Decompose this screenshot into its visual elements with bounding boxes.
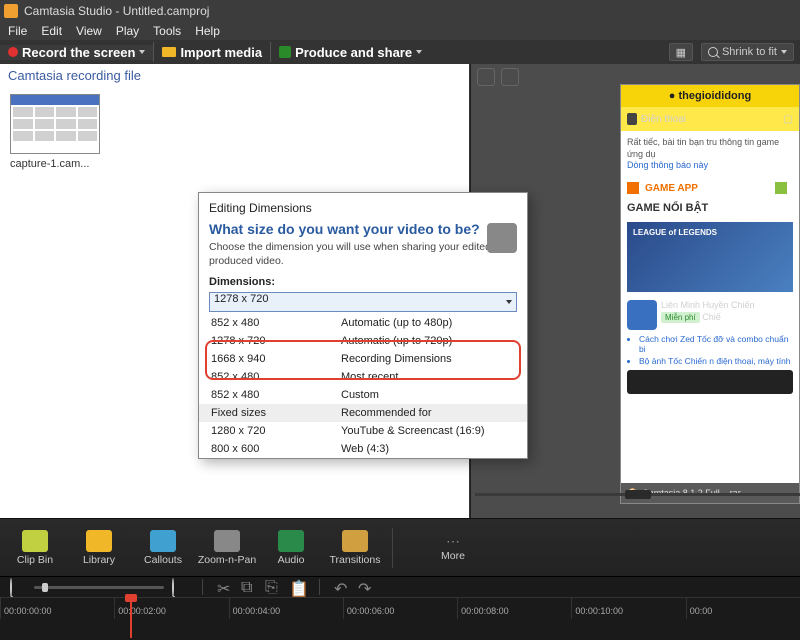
paste-button[interactable]: 📋 <box>289 579 305 595</box>
dimension-option[interactable]: 852 x 480Automatic (up to 480p) <box>199 314 527 332</box>
home-icon <box>627 182 639 194</box>
menu-bar: File Edit View Play Tools Help <box>0 22 800 40</box>
list-item: Liên Minh Huyền Chiến Miễn phí Chiế <box>621 296 799 334</box>
tab-more[interactable]: ⋯More <box>422 533 484 562</box>
tab-transitions[interactable]: Transitions <box>324 530 386 566</box>
zoom-slider[interactable] <box>34 586 164 589</box>
menu-play[interactable]: Play <box>116 24 139 38</box>
title-bar: Camtasia Studio - Untitled.camproj <box>0 0 800 22</box>
preview-mode-button[interactable]: ▦ <box>669 43 693 61</box>
produce-share-button[interactable]: Produce and share <box>271 45 430 60</box>
menu-view[interactable]: View <box>76 24 102 38</box>
site-brand: ● thegioididong <box>621 85 799 107</box>
undo-button[interactable]: ↶ <box>334 579 350 595</box>
dimension-group-header: Fixed sizesRecommended for <box>199 404 527 422</box>
shrink-to-fit-button[interactable]: Shrink to fit <box>701 43 794 61</box>
dimension-option[interactable]: 1280 x 720YouTube & Screencast (16:9) <box>199 422 527 440</box>
preview-bullets: Cách chơi Zed Tốc đỡ và combo chuẩn bi B… <box>621 334 799 366</box>
zoom-in-button[interactable] <box>172 579 188 595</box>
dimensions-select[interactable]: 1278 x 720 <box>209 292 517 312</box>
redo-button[interactable]: ↷ <box>358 579 374 595</box>
split-button[interactable]: ⧉ <box>241 579 257 595</box>
dimension-option[interactable]: 852 x 480Most recent <box>199 368 527 386</box>
preview-tool-1[interactable] <box>477 68 495 86</box>
preview-link: Dòng thông báo này <box>627 160 708 170</box>
menu-tools[interactable]: Tools <box>153 24 181 38</box>
tab-library[interactable]: Library <box>68 530 130 566</box>
menu-file[interactable]: File <box>8 24 27 38</box>
panel-resize-handle[interactable] <box>475 493 800 496</box>
preview-canvas[interactable]: ● thegioididong Điện thoại▢ Rất tiếc, bà… <box>620 84 800 504</box>
clip-filename: capture-1.cam... <box>10 158 100 170</box>
dimensions-label: Dimensions: <box>199 274 527 290</box>
dimension-option[interactable]: 1668 x 940Recording Dimensions <box>199 350 527 368</box>
playhead[interactable] <box>130 598 132 638</box>
menu-edit[interactable]: Edit <box>41 24 62 38</box>
record-icon <box>8 47 18 57</box>
chevron-down-icon <box>781 50 787 54</box>
app-tile <box>627 370 793 394</box>
tab-zoom-pan[interactable]: Zoom-n-Pan <box>196 530 258 566</box>
dimension-option[interactable]: 1278 x 720Automatic (up to 720p) <box>199 332 527 350</box>
tab-clip-bin[interactable]: Clip Bin <box>4 530 66 566</box>
tab-audio[interactable]: Audio <box>260 530 322 566</box>
preview-tool-2[interactable] <box>501 68 519 86</box>
import-media-button[interactable]: Import media <box>154 45 270 60</box>
dialog-subtitle: Choose the dimension you will use when s… <box>199 239 527 274</box>
clip-item[interactable]: capture-1.cam... <box>10 94 100 170</box>
editor-tabs: Clip Bin Library Callouts Zoom-n-Pan Aud… <box>0 518 800 576</box>
dimension-option[interactable]: 852 x 480Custom <box>199 386 527 404</box>
copy-button[interactable]: ⎘ <box>265 579 281 595</box>
clip-bin-header: Camtasia recording file <box>0 64 469 86</box>
tab-callouts[interactable]: Callouts <box>132 530 194 566</box>
laptop-icon: ▢ <box>784 114 793 125</box>
dimensions-dropdown-list: 852 x 480Automatic (up to 480p) 1278 x 7… <box>199 314 527 458</box>
app-icon <box>627 300 657 330</box>
record-screen-button[interactable]: Record the screen <box>0 45 153 60</box>
main-toolbar: Record the screen Import media Produce a… <box>0 40 800 64</box>
timeline-ruler[interactable]: 00:00:00:00 00:00:02:00 00:00:04:00 00:0… <box>0 597 800 619</box>
window-title: Camtasia Studio - Untitled.camproj <box>24 4 209 18</box>
dialog-question: What size do you want your video to be? <box>199 219 527 239</box>
clip-thumbnail <box>10 94 100 154</box>
section-title: GAME NỔI BẬT <box>621 198 799 218</box>
dimensions-icon <box>487 223 517 253</box>
zoom-out-button[interactable] <box>10 579 26 595</box>
search-icon <box>708 47 718 57</box>
folder-icon <box>162 47 176 57</box>
timeline: ✂ ⧉ ⎘ 📋 ↶ ↷ 00:00:00:00 00:00:02:00 00:0… <box>0 576 800 640</box>
editing-dimensions-dialog: Editing Dimensions What size do you want… <box>198 192 528 459</box>
cut-button[interactable]: ✂ <box>217 579 233 595</box>
dimension-option[interactable]: 800 x 600Web (4:3) <box>199 440 527 458</box>
app-icon <box>4 4 18 18</box>
menu-help[interactable]: Help <box>195 24 220 38</box>
chevron-down-icon <box>506 300 512 304</box>
android-icon <box>775 182 787 194</box>
dialog-title: Editing Dimensions <box>199 193 527 219</box>
chevron-down-icon <box>139 50 145 54</box>
preview-text: Rất tiếc, bài tin bạn tru thông tin game… <box>621 131 799 178</box>
chevron-down-icon <box>416 50 422 54</box>
produce-icon <box>279 46 291 58</box>
phone-icon <box>627 113 637 125</box>
game-card: LEAGUE of LEGENDS <box>627 222 793 292</box>
